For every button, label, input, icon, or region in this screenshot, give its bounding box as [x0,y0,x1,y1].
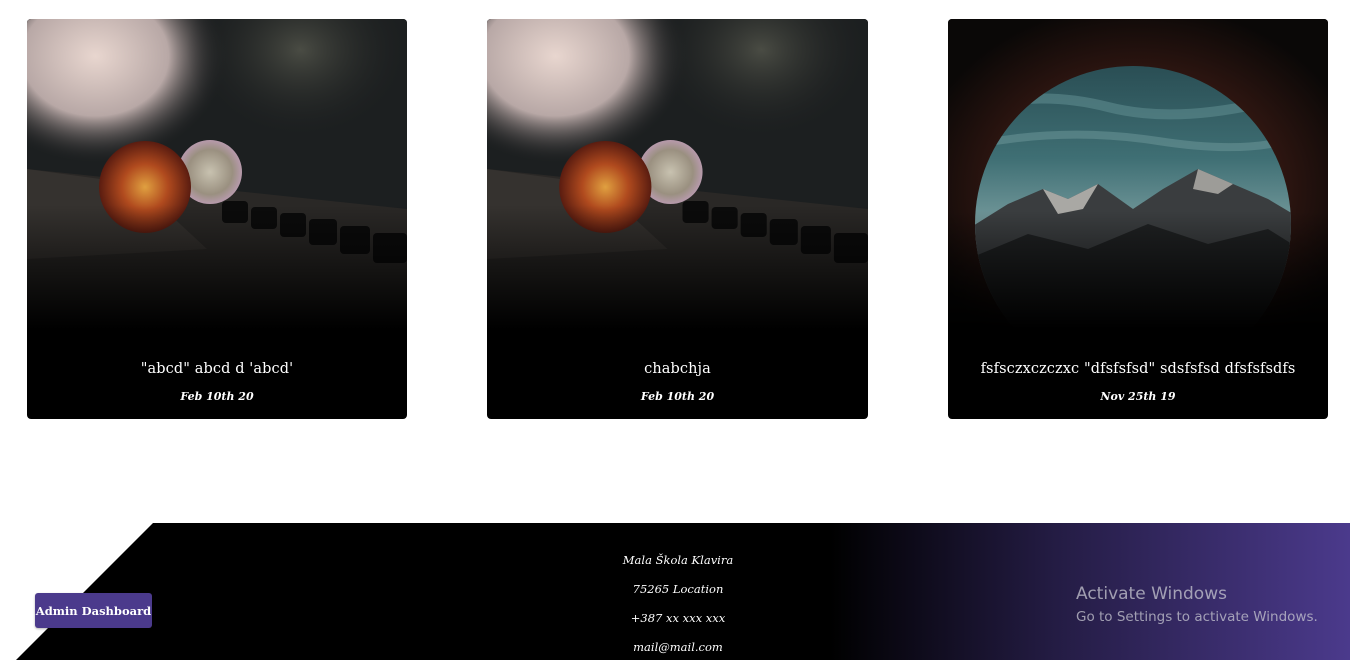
post-card[interactable]: "abcd" abcd d 'abcd' Feb 10th 20 [27,19,407,419]
post-card[interactable]: fsfsczxczczxc "dfsfsfsd" sdsfsfsd dfsfsf… [948,19,1328,419]
card-title[interactable]: "abcd" abcd d 'abcd' [27,361,407,377]
footer-email[interactable]: mail@mail.com [0,640,1350,654]
card-title[interactable]: chabchja [487,361,868,377]
card-image-mountain-porthole [948,19,1328,329]
card-image-piano-flowers [27,19,407,329]
page: "abcd" abcd d 'abcd' Feb 10th 20 chabchj… [0,0,1350,660]
card-date: Feb 10th 20 [640,390,715,403]
card-date: Feb 10th 20 [180,390,254,403]
card-date: Nov 25th 19 [1100,390,1176,403]
card-title[interactable]: fsfsczxczczxc "dfsfsfsd" sdsfsfsd dfsfsf… [948,361,1328,377]
admin-dashboard-button[interactable]: Admin Dashboard [35,593,152,628]
activate-windows-subtitle: Go to Settings to activate Windows. [1076,609,1318,625]
activate-windows-title: Activate Windows [1076,584,1227,604]
card-image-piano-flowers [487,19,868,329]
post-card[interactable]: chabchja Feb 10th 20 [487,19,868,419]
footer-school-name: Mala Škola Klavira [622,553,734,567]
